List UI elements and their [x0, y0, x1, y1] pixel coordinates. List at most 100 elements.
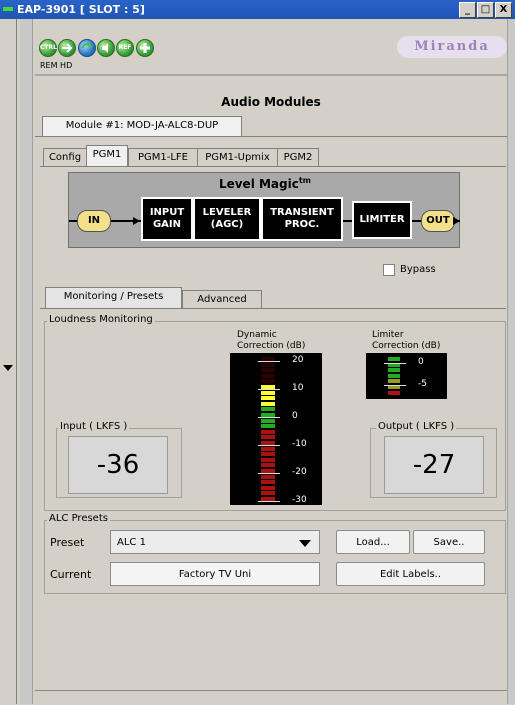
- meter-segment: [261, 429, 275, 434]
- tab-module-1[interactable]: Module #1: MOD-JA-ALC8-DUP: [42, 116, 242, 136]
- window-title: EAP-3901 [ SLOT : 5]: [17, 3, 145, 16]
- arrow-right-icon[interactable]: [58, 39, 76, 57]
- tab-pgm1-upmix[interactable]: PGM1-Upmix: [197, 148, 278, 166]
- ctrl-icon[interactable]: CTRL: [39, 39, 57, 57]
- speaker-icon[interactable]: [97, 39, 115, 57]
- meter-segment: [261, 457, 275, 462]
- meter-segment: [261, 379, 275, 384]
- right-panel-edge: [507, 19, 515, 704]
- expand-arrow-icon[interactable]: [3, 365, 13, 371]
- meter-segment: [261, 491, 275, 496]
- limiter-tick-mark: [384, 385, 406, 386]
- dynamic-tick-label: 0: [292, 411, 298, 421]
- limiter-meter-segment: [388, 368, 400, 373]
- chevron-down-icon[interactable]: [299, 540, 311, 547]
- tab-pgm2[interactable]: PGM2: [277, 148, 319, 166]
- output-lkfs-label: Output ( LKFS ): [376, 421, 457, 432]
- dynamic-tick-mark: [258, 389, 280, 390]
- input-gain-block: INPUT GAIN: [141, 197, 193, 241]
- meter-segment: [261, 424, 275, 429]
- input-lkfs-label: Input ( LKFS ): [58, 421, 130, 432]
- title-bar: EAP-3901 [ SLOT : 5] _ □ X: [0, 0, 515, 19]
- tab-advanced[interactable]: Advanced: [182, 290, 262, 308]
- ref-icon[interactable]: REF: [116, 39, 134, 57]
- loudness-group-label: Loudness Monitoring: [47, 314, 155, 325]
- ctrl-icon-label: CTRL: [40, 44, 57, 51]
- meter-segment: [261, 401, 275, 406]
- monitor-tab-line: [40, 308, 506, 309]
- meter-segment: [261, 390, 275, 395]
- limiter-meter-segment: [388, 379, 400, 384]
- dynamic-tick-label: 20: [292, 355, 304, 365]
- close-button[interactable]: X: [495, 2, 512, 18]
- plus-icon[interactable]: [136, 39, 154, 57]
- level-magic-diagram: Level Magictm IN INPUT GAIN LEVELER (AGC…: [68, 172, 460, 248]
- meter-segment: [261, 485, 275, 490]
- dynamic-tick-mark: [258, 417, 280, 418]
- arrow-in-icon: [133, 217, 140, 225]
- sub-tab-line: [40, 166, 506, 167]
- limiter-correction-label: Limiter Correction (dB): [372, 330, 441, 351]
- dynamic-tick-label: -20: [292, 467, 307, 477]
- dynamic-tick-label: 10: [292, 383, 304, 393]
- meter-segment: [261, 418, 275, 423]
- tm-superscript: tm: [298, 176, 312, 185]
- dynamic-tick-mark: [258, 501, 280, 502]
- refresh-icon[interactable]: [78, 39, 96, 57]
- window-app-icon: [3, 7, 13, 11]
- meter-segment: [261, 463, 275, 468]
- transient-block: TRANSIENT PROC.: [261, 197, 343, 241]
- arrow-out-icon: [453, 217, 460, 225]
- preset-select-value: ALC 1: [117, 537, 146, 548]
- current-preset-field: Factory TV Uni: [110, 562, 320, 586]
- alc-presets-label: ALC Presets: [47, 513, 110, 524]
- bypass-checkbox[interactable]: [383, 264, 395, 276]
- leveler-block: LEVELER (AGC): [193, 197, 261, 241]
- left-panel-edge: [20, 19, 33, 704]
- load-button[interactable]: Load...: [336, 530, 410, 554]
- current-label: Current: [50, 568, 92, 581]
- dynamic-tick-label: -10: [292, 439, 307, 449]
- refresh-glyph: [82, 43, 92, 49]
- speaker-glyph: [102, 43, 108, 53]
- save-button[interactable]: Save..: [413, 530, 485, 554]
- dynamic-tick-mark: [258, 445, 280, 446]
- meter-segment: [261, 480, 275, 485]
- limiter-meter-segment: [388, 357, 400, 361]
- meter-segment: [261, 446, 275, 451]
- preset-label: Preset: [50, 536, 85, 549]
- bottom-bar: [35, 690, 507, 705]
- dynamic-tick-mark: [258, 473, 280, 474]
- out-node: OUT: [421, 210, 455, 232]
- dynamic-tick-label: -30: [292, 495, 307, 505]
- limiter-meter-segment: [388, 390, 400, 395]
- level-magic-title: Level Magictm: [69, 176, 461, 191]
- module-tab-line: [35, 136, 507, 137]
- collapse-strip[interactable]: [0, 19, 17, 704]
- tab-pgm1[interactable]: PGM1: [86, 145, 128, 166]
- in-node: IN: [77, 210, 111, 232]
- maximize-button[interactable]: □: [477, 2, 494, 18]
- edit-labels-button[interactable]: Edit Labels..: [336, 562, 485, 586]
- tab-pgm1-lfe[interactable]: PGM1-LFE: [128, 148, 198, 166]
- meter-segment: [261, 474, 275, 479]
- bypass-label: Bypass: [400, 264, 436, 275]
- limiter-tick-mark: [384, 363, 406, 364]
- limiter-correction-meter: 0 -5: [366, 353, 447, 399]
- meter-segment: [261, 407, 275, 412]
- plus-glyph: [140, 43, 150, 53]
- meter-segment: [261, 368, 275, 373]
- preset-select[interactable]: ALC 1: [110, 530, 320, 554]
- rem-hd-label: REM HD: [40, 61, 73, 70]
- ref-icon-label: REF: [118, 44, 132, 51]
- output-lkfs-value: -27: [384, 436, 484, 494]
- minimize-button[interactable]: _: [459, 2, 476, 18]
- dynamic-tick-mark: [258, 361, 280, 362]
- toolbar-divider: [35, 74, 507, 76]
- tab-config[interactable]: Config: [43, 148, 87, 166]
- tab-monitoring-presets[interactable]: Monitoring / Presets: [45, 287, 182, 308]
- input-lkfs-value: -36: [68, 436, 168, 494]
- meter-segment: [261, 373, 275, 378]
- dynamic-correction-label: Dynamic Correction (dB): [237, 330, 306, 351]
- limiter-tick-label: -5: [418, 379, 427, 389]
